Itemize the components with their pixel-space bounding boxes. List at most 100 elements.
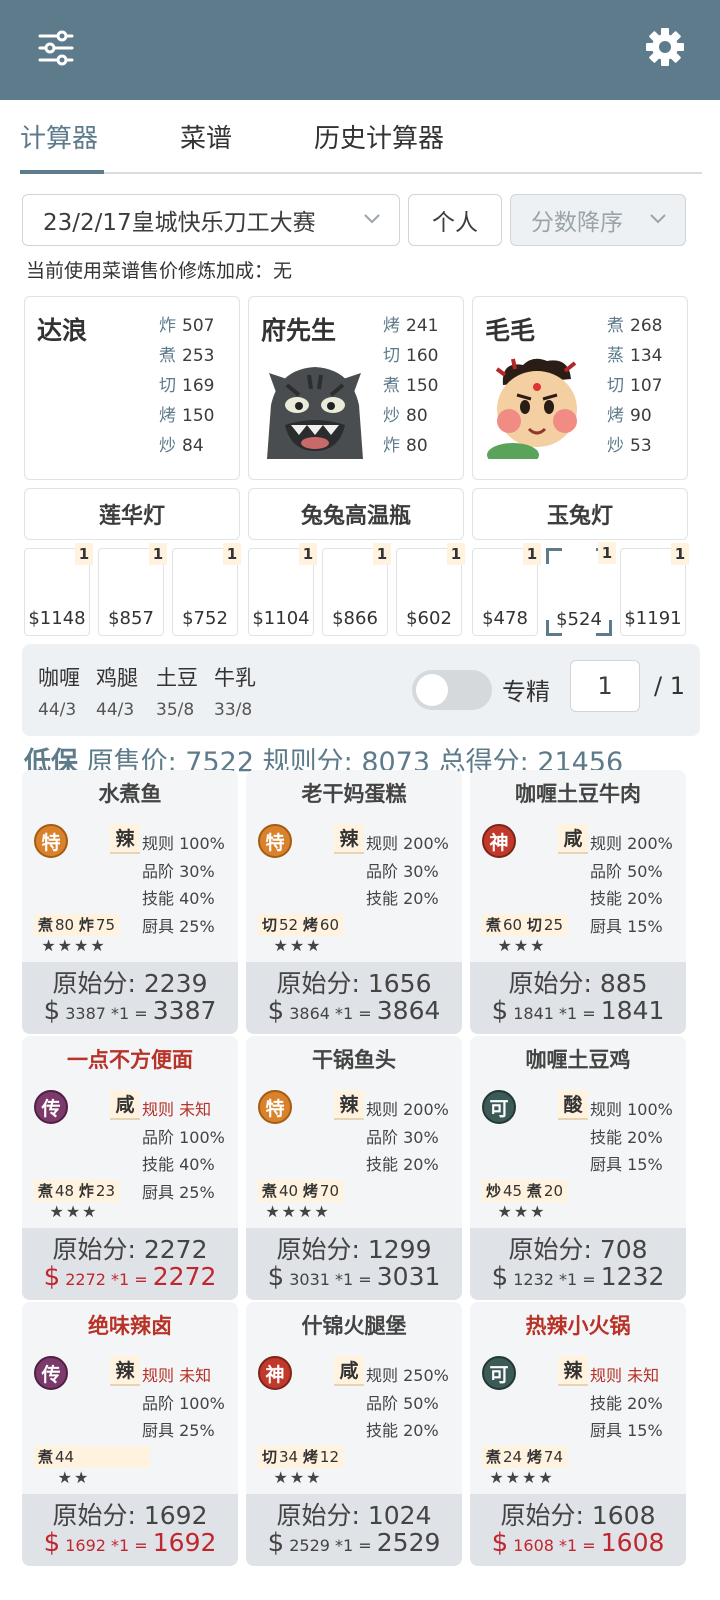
chef-name: 毛毛 <box>485 316 536 345</box>
recipe-card[interactable]: 一点不方便面传 咸规则 未知 品阶 100% 技能 40% 厨具 25% 煮 48 炸 23 ★… <box>22 1036 238 1300</box>
skill-requirements: 煮 44 <box>34 1446 151 1468</box>
original-score: 原始分: 708 <box>508 1235 648 1264</box>
score-panel: 原始分: 1299 $ 3031 *1 = 3031 <box>246 1228 462 1300</box>
recipe-card[interactable]: 咖喱土豆鸡可 酸规则 100% 技能 20% 厨具 15% 炒 45 煮 20 ★★★ 原始分:… <box>470 1036 686 1300</box>
score-panel: 原始分: 1608 $ 1608 *1 = 1608 <box>470 1494 686 1566</box>
flavor-badge: 辣 <box>334 824 364 854</box>
ingredient-item: 土豆 35/8 <box>156 666 198 720</box>
buff-row: 技能 40% <box>142 889 215 908</box>
recipe-slot[interactable]: 1 $1148 <box>24 543 93 636</box>
chevron-down-icon <box>364 214 380 224</box>
slot-price: $857 <box>108 608 154 629</box>
chef-name: 达浪 <box>37 316 88 345</box>
flavor-badge: 辣 <box>334 1090 364 1120</box>
price-calculation: $ 1608 *1 = 1608 <box>491 1528 665 1558</box>
buff-row: 规则 100% <box>590 1100 673 1119</box>
price-calculation: $ 1232 *1 = 1232 <box>491 1262 665 1292</box>
tiger-avatar-icon <box>267 367 363 459</box>
sliders-icon[interactable] <box>36 28 76 68</box>
chef-card[interactable]: 毛毛 煮 268 蒸 134 切 107 烤 90 炒 53 <box>472 296 688 480</box>
original-score: 原始分: 1299 <box>276 1235 432 1264</box>
original-score: 原始分: 885 <box>508 969 648 998</box>
recipe-slot-selected[interactable]: 1 $524 <box>546 542 616 636</box>
recipe-card[interactable]: 热辣小火锅可 辣规则 未知 技能 20% 厨具 15% 煮 24 烤 74 ★★★★ 原始分: … <box>470 1302 686 1566</box>
slot-count-badge: 1 <box>447 543 465 565</box>
tab-calculator[interactable]: 计算器 <box>20 118 98 155</box>
star-rating: ★★★ <box>49 1202 99 1221</box>
dollar-icon: $ <box>491 1262 509 1292</box>
buff-row: 技能 20% <box>590 1127 663 1147</box>
contest-select[interactable]: 23/2/17皇城快乐刀工大赛 <box>22 194 400 246</box>
chef-skills: 炸 507 煮 253 切 169 烤 150 炒 84 <box>159 316 215 456</box>
slot-count-badge: 1 <box>671 543 689 565</box>
specialize-toggle[interactable] <box>412 670 492 710</box>
sort-select[interactable]: 分数降序 <box>510 194 686 246</box>
slot-count-badge: 1 <box>223 543 241 565</box>
recipe-title: 干锅鱼头 <box>312 1048 396 1072</box>
recipe-slot[interactable]: 1 $1104 <box>248 543 317 636</box>
recipe-slot[interactable]: 1 $1191 <box>620 543 689 636</box>
rarity-badge: 可 <box>482 1356 516 1390</box>
chef-skills: 烤 241 切 160 煮 150 炒 80 炸 80 <box>383 316 439 456</box>
recipe-buffs: 规则 未知 品阶 100% 厨具 25% <box>142 1362 225 1445</box>
score-panel: 原始分: 1692 $ 1692 *1 = 1692 <box>22 1494 238 1566</box>
dollar-icon: $ <box>267 996 285 1026</box>
flavor-badge: 酸 <box>558 1090 588 1120</box>
recipe-buffs: 规则 100% 技能 20% 厨具 15% <box>590 1096 673 1179</box>
equipment-button[interactable]: 玉兔灯 <box>472 488 688 540</box>
slot-count-badge: 1 <box>598 542 616 564</box>
buff-row: 技能 20% <box>590 1393 663 1413</box>
star-rating: ★★★ <box>273 936 323 955</box>
skill-requirements: 煮 24 烤 74 <box>482 1446 567 1468</box>
recipe-card[interactable]: 水煮鱼特 辣规则 100% 品阶 30% 技能 40% 厨具 25% 煮 80 炸 75 ★★★… <box>22 770 238 1034</box>
price-calculation: $ 2529 *1 = 2529 <box>267 1528 441 1558</box>
flavor-badge: 咸 <box>110 1090 140 1120</box>
slot-price: $1191 <box>624 608 682 629</box>
skill-requirements: 煮 40 烤 70 <box>258 1180 343 1202</box>
skill-requirements: 煮 48 炸 23 <box>34 1180 119 1202</box>
recipe-slot[interactable]: 1 $602 <box>396 543 465 636</box>
buff-row: 规则 未知 <box>142 1366 212 1385</box>
tab-recipes[interactable]: 菜谱 <box>180 118 232 155</box>
recipe-buffs: 规则 200% 品阶 30% 技能 20% <box>366 830 449 913</box>
buff-row: 规则 200% <box>590 834 673 853</box>
recipe-card[interactable]: 老干妈蛋糕特 辣规则 200% 品阶 30% 技能 20% 切 52 烤 60 ★★★ 原始分:… <box>246 770 462 1034</box>
slot-price: $1104 <box>252 608 310 629</box>
recipe-slot[interactable]: 1 $478 <box>472 543 541 636</box>
equipment-button[interactable]: 莲华灯 <box>24 488 240 540</box>
equipment-button[interactable]: 兔兔高温瓶 <box>248 488 464 540</box>
sort-select-value: 分数降序 <box>531 210 623 236</box>
specialize-count-input[interactable]: 1 <box>570 660 640 712</box>
dollar-icon: $ <box>267 1262 285 1292</box>
gear-icon[interactable] <box>644 26 686 68</box>
dollar-icon: $ <box>267 1528 285 1558</box>
buff-row: 技能 20% <box>590 889 663 908</box>
star-rating: ★★★★ <box>489 1468 555 1487</box>
price-calculation: $ 3387 *1 = 3387 <box>43 996 217 1026</box>
rarity-badge: 特 <box>258 824 292 858</box>
mode-select[interactable]: 个人 <box>408 194 502 246</box>
recipe-card[interactable]: 绝味辣卤传 辣规则 未知 品阶 100% 厨具 25% 煮 44 ★★ 原始分: 1692 $ … <box>22 1302 238 1566</box>
tab-history[interactable]: 历史计算器 <box>314 118 444 155</box>
skill-requirements: 煮 60 切 25 <box>482 914 567 936</box>
dollar-icon: $ <box>43 996 61 1026</box>
recipe-card[interactable]: 咖喱土豆牛肉神 咸规则 200% 品阶 50% 技能 20% 厨具 15% 煮 60 切 25… <box>470 770 686 1034</box>
buff-row: 品阶 50% <box>366 1393 439 1413</box>
recipe-buffs: 规则 200% 品阶 30% 技能 20% <box>366 1096 449 1179</box>
original-score: 原始分: 2272 <box>52 1235 208 1264</box>
chef-card[interactable]: 达浪 炸 507 煮 253 切 169 烤 150 炒 84 <box>24 296 240 480</box>
recipe-slot[interactable]: 1 $866 <box>322 543 391 636</box>
star-rating: ★★★★ <box>41 936 107 955</box>
buff-row: 技能 20% <box>366 1421 439 1440</box>
ingredient-item: 咖喱 44/3 <box>38 666 80 720</box>
recipe-slot[interactable]: 1 $752 <box>172 543 241 636</box>
price-calculation: $ 2272 *1 = 2272 <box>43 1262 217 1292</box>
recipe-card[interactable]: 什锦火腿堡神 咸规则 250% 品阶 50% 技能 20% 切 34 烤 12 ★★★ 原始分:… <box>246 1302 462 1566</box>
recipe-slot[interactable]: 1 $857 <box>98 543 167 636</box>
dollar-icon: $ <box>491 1528 509 1558</box>
recipe-card[interactable]: 干锅鱼头特 辣规则 200% 品阶 30% 技能 20% 煮 40 烤 70 ★★★★ 原始分:… <box>246 1036 462 1300</box>
tab-active-indicator <box>20 170 104 174</box>
recipe-title: 一点不方便面 <box>67 1048 193 1072</box>
score-panel: 原始分: 1656 $ 3864 *1 = 3864 <box>246 962 462 1034</box>
chef-card[interactable]: 府先生 烤 241 切 160 煮 150 炒 80 炸 80 <box>248 296 464 480</box>
